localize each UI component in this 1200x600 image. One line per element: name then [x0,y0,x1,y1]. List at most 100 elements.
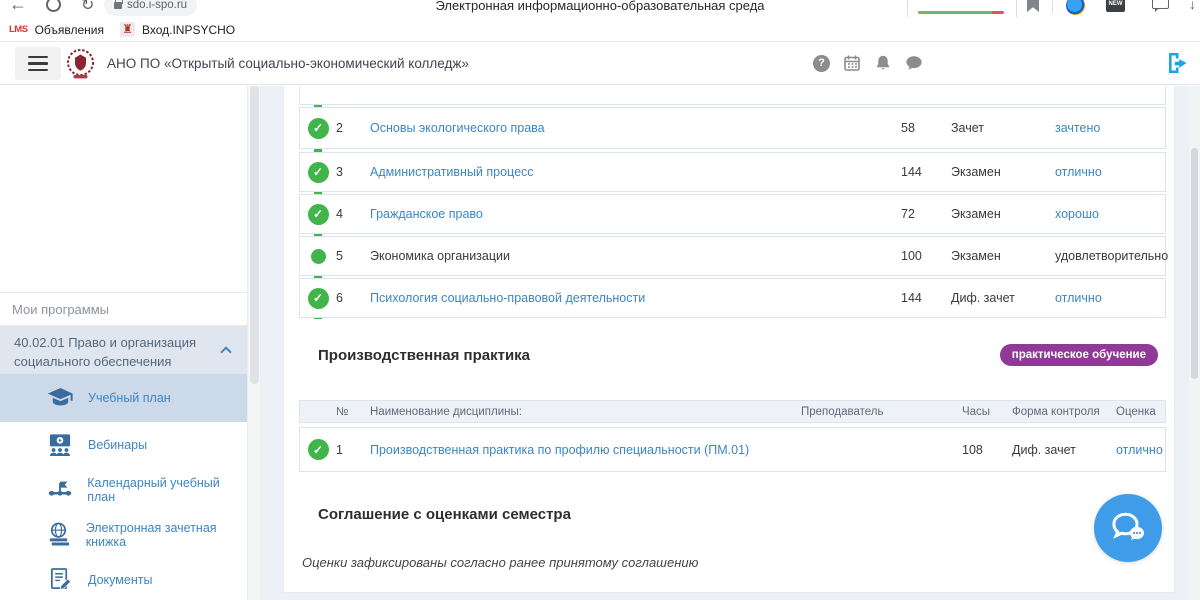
column-header-num: № [336,406,370,418]
sidebar-nav: Учебный план Вебинары [0,374,247,600]
table-row: 5 Экономика организации 100 Экзамен удов… [299,236,1166,276]
milestone-flag-icon [45,480,74,500]
practice-badge: практическое обучение [1000,344,1158,366]
row-number: 6 [336,291,370,305]
sidebar-item-documents[interactable]: Документы [0,557,247,600]
column-header-name: Наименование дисциплины: [370,406,801,418]
sidebar-item-label: Вебинары [88,438,147,452]
hours-value: 58 [901,121,951,135]
control-form: Экзамен [951,207,1055,221]
logout-icon[interactable] [1166,52,1190,79]
sidebar: Мои программы 40.02.01 Право и организац… [0,86,247,600]
control-form: Зачет [951,121,1055,135]
sidebar-item-label: Календарный учебный план [87,476,247,504]
control-form: Экзамен [951,165,1055,179]
bookmark-inpsycho[interactable]: Вход.INPSYCHO [142,23,235,37]
hours-value: 144 [901,165,951,179]
discipline-link[interactable]: Психология социально-правовой деятельнос… [370,291,901,305]
reviews-underline [918,11,1004,14]
app-header: АНО ПО «Открытый социально-экономический… [0,42,1200,85]
table-row-partial [299,86,1166,105]
check-icon: ✓ [300,118,336,139]
sidebar-item-webinars[interactable]: Вебинары [0,422,247,467]
document-pencil-icon [45,567,75,592]
bookmarks-bar: LMS Объявления ♜ Вход.INPSYCHO [0,18,1200,42]
column-header-form: Форма контроля [1012,406,1116,418]
hours-value: 108 [962,443,1012,457]
calendar-icon[interactable] [843,54,861,72]
table-row: ✓ 2 Основы экологического права 58 Зачет… [299,107,1166,149]
grade-value: удовлетворительно [1055,249,1165,263]
program-label: 40.02.01 Право и организация социального… [14,335,196,369]
lms-favicon: LMS [9,24,28,35]
check-icon: ✓ [300,162,336,183]
sidebar-section-label: Мои программы [0,293,247,326]
hamburger-menu-button[interactable] [15,47,61,80]
discipline-link[interactable]: Гражданское право [370,207,901,221]
webinar-icon [45,433,75,456]
discipline-link[interactable]: Производственная практика по профилю спе… [370,443,801,457]
discipline-name: Экономика организации [370,249,901,263]
crest-favicon: ♜ [120,22,135,37]
browser-chrome: ← ↻ sdo.i-spo.ru Электронная информацион… [0,0,1200,18]
hours-value: 72 [901,207,951,221]
content-card: ✓ 2 Основы экологического права 58 Зачет… [283,86,1175,593]
hours-value: 100 [901,249,951,263]
row-number: 1 [336,443,370,457]
control-form: Диф. зачет [1012,443,1116,457]
new-extension-badge[interactable]: NEW [1106,0,1125,12]
graduation-cap-icon [45,386,75,410]
sidebar-item-label: Электронная зачетная книжка [86,521,247,549]
practice-table-header: № Наименование дисциплины: Преподаватель… [299,400,1166,423]
bell-icon[interactable] [874,54,892,72]
check-icon: ✓ [300,204,336,225]
agreement-note: Оценки зафиксированы согласно ранее прин… [302,555,698,570]
column-header-hours: Часы [962,406,1012,418]
grade-link[interactable]: отлично [1055,291,1165,305]
sidebar-item-label: Документы [88,573,152,587]
table-row: ✓ 3 Административный процесс 144 Экзамен… [299,152,1166,192]
sidebar-item-calendar-plan[interactable]: Календарный учебный план [0,467,247,512]
page: Мои программы 40.02.01 Право и организац… [0,86,1200,600]
chevron-up-icon [220,346,231,357]
column-header-grade: Оценка [1116,406,1165,418]
help-icon[interactable]: ? [813,55,830,72]
grade-link[interactable]: зачтено [1055,121,1165,135]
download-icon[interactable]: ↓ [1189,0,1196,12]
chat-fab-button[interactable] [1094,494,1162,562]
grade-link[interactable]: хорошо [1055,207,1165,221]
control-form: Диф. зачет [951,291,1055,305]
grade-link[interactable]: отлично [1116,443,1165,457]
table-row: ✓ 1 Производственная практика по профилю… [299,427,1166,472]
chat-extension-icon[interactable] [1152,0,1169,9]
college-title: АНО ПО «Открытый социально-экономический… [107,56,469,71]
row-number: 3 [336,165,370,179]
window-scrollbar[interactable] [1189,86,1200,600]
sidebar-scrollbar[interactable] [247,86,260,600]
globe-books-icon [45,522,73,547]
sidebar-program-item[interactable]: 40.02.01 Право и организация социального… [0,326,247,374]
agreement-heading: Соглашение с оценками семестра [318,506,571,523]
discipline-link[interactable]: Основы экологического права [370,121,901,135]
dot-icon [300,249,336,264]
row-number: 2 [336,121,370,135]
college-logo-icon [64,47,97,80]
row-number: 4 [336,207,370,221]
table-row: ✓ 4 Гражданское право 72 Экзамен хорошо [299,194,1166,234]
tab-title: Электронная информационно-образовательна… [0,0,1200,13]
divider [1052,0,1053,13]
control-form: Экзамен [951,249,1055,263]
reviews-badge[interactable]: 15 отзывов [907,0,1017,17]
bookmark-announcements[interactable]: Объявления [35,23,104,37]
sidebar-item-label: Учебный план [88,391,171,405]
chat-icon[interactable] [905,55,923,71]
header-icons: ? [813,54,923,72]
sidebar-item-gradebook[interactable]: Электронная зачетная книжка [0,512,247,557]
sidebar-blank-area [0,86,247,293]
discipline-link[interactable]: Административный процесс [370,165,901,179]
sidebar-item-curriculum[interactable]: Учебный план [0,374,247,422]
check-icon: ✓ [300,439,336,460]
table-row: ✓ 6 Психология социально-правовой деятел… [299,278,1166,318]
hours-value: 144 [901,291,951,305]
grade-link[interactable]: отлично [1055,165,1165,179]
